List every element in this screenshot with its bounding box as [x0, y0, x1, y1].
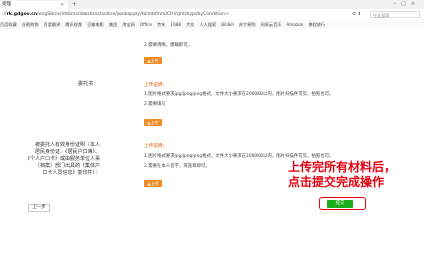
- toolbar-icons[interactable]: ⚙ ⬇: [352, 9, 361, 20]
- bookmark-item[interactable]: Amazon: [286, 22, 303, 27]
- field3-label: 被委托人有效身份证明（本人 居民身份证、《居民户口簿》、 《个人户口卡》或由服务…: [22, 142, 100, 177]
- bookmark-item[interactable]: 人人搜索: [199, 22, 216, 27]
- bookmark-item[interactable]: 网易云音乐: [261, 22, 282, 27]
- bookmark-item[interactable]: 1688: [170, 22, 181, 27]
- bookmark-item[interactable]: 携程旅行: [308, 22, 325, 27]
- new-tab-icon[interactable]: +: [72, 0, 77, 9]
- field2-hint-2: 2.需要填写: [144, 102, 166, 107]
- upload-label: 上传: [150, 120, 159, 125]
- bookmark-item[interactable]: Office: [140, 22, 152, 27]
- url-field[interactable]: ://rk.gdgov.cn/engSbms/ldsbms/ldwsbms/on…: [2, 9, 332, 20]
- upload-button-1[interactable]: ▲上传: [144, 57, 162, 64]
- previous-step-button[interactable]: 上一步: [28, 204, 50, 212]
- browser-tab[interactable]: 受理 ×: [0, 1, 68, 9]
- field3-hint-title: 上传说明：: [144, 144, 167, 149]
- bookmark-item[interactable]: 百度翻译: [44, 22, 61, 27]
- bookmark-item[interactable]: 大众: [186, 22, 194, 27]
- field3-hint-1: 1.图片格式要求jpg/jpeg/png格式，文件大小要求在2000KB以内，图…: [144, 154, 334, 159]
- bookmark-item[interactable]: 百度收藏: [0, 22, 17, 27]
- field2-label: 委托书：: [77, 81, 98, 87]
- browser-tab-bar: 受理 × + –▢×: [0, 0, 424, 9]
- annotation-line-1: 上传完所有材料后，: [288, 160, 397, 174]
- upload-label: 上传: [150, 58, 159, 63]
- window-controls[interactable]: –▢×: [394, 0, 420, 9]
- annotation-line-2: 点击提交完成操作: [288, 175, 385, 189]
- submit-button[interactable]: 提交: [327, 200, 353, 208]
- bookmark-item[interactable]: 京东: [157, 22, 165, 27]
- url-path: /engSbms/ldsbms/ldwsbms/online/jwebapply…: [37, 12, 229, 17]
- bookmark-item[interactable]: 谷歌购物: [22, 22, 39, 27]
- upload-button-2[interactable]: ▲上传: [144, 119, 162, 126]
- bookmark-item[interactable]: 淘宝网: [122, 22, 135, 27]
- field3-hint-2: 2.需要在本人签字，或盖章即可。: [144, 164, 210, 169]
- bookmark-item[interactable]: 美团: [109, 22, 117, 27]
- close-tab-icon[interactable]: ×: [60, 1, 64, 9]
- url-host: rk.gdgov.cn: [6, 12, 38, 17]
- instruction-annotation: 上传完所有材料后， 点击提交完成操作: [288, 160, 396, 190]
- field3-label-line: 居民身份证、《居民户口簿》、: [34, 149, 100, 155]
- upload-button-3[interactable]: ▲上传: [144, 180, 162, 187]
- field2-hint-title: 上传说明：: [144, 83, 167, 88]
- bookmark-item[interactable]: 苏宁易购: [239, 22, 256, 27]
- section1-note: 2.需要清晰，模糊即可。: [144, 43, 193, 48]
- field3-label-line: 被委托人有效身份证明（本人: [34, 142, 100, 148]
- field3-label-line: 口卡人员信息》复印件）：: [42, 170, 100, 176]
- upload-label: 上传: [150, 181, 159, 186]
- bookmark-item[interactable]: Bilibili: [221, 22, 234, 27]
- field3-label-line: 《个人户口卡》或由服务单位人事: [24, 156, 100, 162]
- field3-label-line: （档案）部门出具的《集体户: [34, 163, 100, 169]
- page-content: 2.需要清晰，模糊即可。 ▲上传 委托书： 上传说明： 1.图片格式要求jpg/…: [0, 29, 424, 253]
- field2-hint-1: 1.图片格式要求jpg/jpeg/png格式，文件大小要求在2000KB以内，图…: [144, 92, 334, 97]
- bookmark-item[interactable]: 腾讯视频: [65, 22, 82, 27]
- search-input[interactable]: 在此搜索: [370, 11, 420, 18]
- tab-title: 受理: [2, 2, 12, 7]
- bookmark-item[interactable]: 豆瓣电影: [87, 22, 104, 27]
